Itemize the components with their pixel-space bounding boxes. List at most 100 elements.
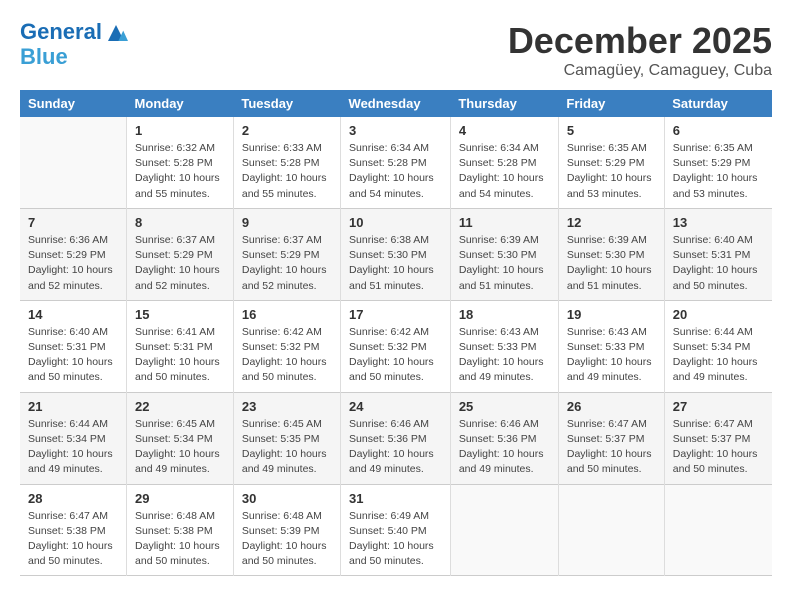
- day-info: Sunrise: 6:42 AM Sunset: 5:32 PM Dayligh…: [242, 325, 332, 386]
- calendar-cell: 19 Sunrise: 6:43 AM Sunset: 5:33 PM Dayli…: [558, 300, 664, 392]
- day-info: Sunrise: 6:38 AM Sunset: 5:30 PM Dayligh…: [349, 233, 442, 294]
- day-info: Sunrise: 6:44 AM Sunset: 5:34 PM Dayligh…: [673, 325, 764, 386]
- calendar-cell: 26 Sunrise: 6:47 AM Sunset: 5:37 PM Dayli…: [558, 392, 664, 484]
- title-block: December 2025 Camagüey, Camaguey, Cuba: [508, 20, 772, 80]
- calendar-cell: 20 Sunrise: 6:44 AM Sunset: 5:34 PM Dayli…: [664, 300, 772, 392]
- weekday-header-cell: Saturday: [664, 90, 772, 117]
- day-number: 12: [567, 215, 656, 230]
- day-number: 7: [28, 215, 118, 230]
- day-number: 14: [28, 307, 118, 322]
- day-info: Sunrise: 6:40 AM Sunset: 5:31 PM Dayligh…: [28, 325, 118, 386]
- calendar-cell: 14 Sunrise: 6:40 AM Sunset: 5:31 PM Dayli…: [20, 300, 127, 392]
- day-info: Sunrise: 6:37 AM Sunset: 5:29 PM Dayligh…: [242, 233, 332, 294]
- page-header: GeneralBlue December 2025 Camagüey, Cama…: [20, 20, 772, 80]
- day-number: 8: [135, 215, 225, 230]
- calendar-cell: 15 Sunrise: 6:41 AM Sunset: 5:31 PM Dayli…: [127, 300, 234, 392]
- day-number: 20: [673, 307, 764, 322]
- day-number: 24: [349, 399, 442, 414]
- calendar-cell: 28Sunrise: 6:47 AM Sunset: 5:38 PM Dayli…: [20, 484, 127, 576]
- location-subtitle: Camagüey, Camaguey, Cuba: [508, 62, 772, 80]
- calendar-cell: 18Sunrise: 6:43 AM Sunset: 5:33 PM Dayli…: [450, 300, 558, 392]
- calendar-cell: 21 Sunrise: 6:44 AM Sunset: 5:34 PM Dayli…: [20, 392, 127, 484]
- calendar-table: SundayMondayTuesdayWednesdayThursdayFrid…: [20, 90, 772, 576]
- calendar-week-row: 7 Sunrise: 6:36 AM Sunset: 5:29 PM Daylig…: [20, 208, 772, 300]
- calendar-cell: 29Sunrise: 6:48 AM Sunset: 5:38 PM Dayli…: [127, 484, 234, 576]
- day-number: 5: [567, 123, 656, 138]
- calendar-cell: 24Sunrise: 6:46 AM Sunset: 5:36 PM Dayli…: [341, 392, 451, 484]
- logo-text: GeneralBlue: [20, 20, 130, 69]
- day-info: Sunrise: 6:34 AM Sunset: 5:28 PM Dayligh…: [349, 141, 442, 202]
- day-info: Sunrise: 6:44 AM Sunset: 5:34 PM Dayligh…: [28, 417, 118, 478]
- day-number: 29: [135, 491, 225, 506]
- day-info: Sunrise: 6:36 AM Sunset: 5:29 PM Dayligh…: [28, 233, 118, 294]
- day-info: Sunrise: 6:47 AM Sunset: 5:37 PM Dayligh…: [567, 417, 656, 478]
- day-number: 18: [459, 307, 550, 322]
- weekday-header-row: SundayMondayTuesdayWednesdayThursdayFrid…: [20, 90, 772, 117]
- calendar-cell: 30 Sunrise: 6:48 AM Sunset: 5:39 PM Dayli…: [233, 484, 340, 576]
- day-number: 21: [28, 399, 118, 414]
- calendar-cell: 1 Sunrise: 6:32 AM Sunset: 5:28 PM Daylig…: [127, 117, 234, 208]
- calendar-cell: 22Sunrise: 6:45 AM Sunset: 5:34 PM Dayli…: [127, 392, 234, 484]
- calendar-cell: 10 Sunrise: 6:38 AM Sunset: 5:30 PM Dayli…: [341, 208, 451, 300]
- calendar-cell: 9 Sunrise: 6:37 AM Sunset: 5:29 PM Daylig…: [233, 208, 340, 300]
- day-number: 31: [349, 491, 442, 506]
- calendar-cell: 6 Sunrise: 6:35 AM Sunset: 5:29 PM Daylig…: [664, 117, 772, 208]
- calendar-cell: 8Sunrise: 6:37 AM Sunset: 5:29 PM Daylig…: [127, 208, 234, 300]
- calendar-body: 1 Sunrise: 6:32 AM Sunset: 5:28 PM Daylig…: [20, 117, 772, 576]
- day-number: 25: [459, 399, 550, 414]
- day-info: Sunrise: 6:35 AM Sunset: 5:29 PM Dayligh…: [673, 141, 764, 202]
- day-info: Sunrise: 6:39 AM Sunset: 5:30 PM Dayligh…: [567, 233, 656, 294]
- day-number: 10: [349, 215, 442, 230]
- day-number: 3: [349, 123, 442, 138]
- calendar-cell: [664, 484, 772, 576]
- day-number: 30: [242, 491, 332, 506]
- day-info: Sunrise: 6:48 AM Sunset: 5:39 PM Dayligh…: [242, 509, 332, 570]
- calendar-cell: 16 Sunrise: 6:42 AM Sunset: 5:32 PM Dayli…: [233, 300, 340, 392]
- month-title: December 2025: [508, 20, 772, 62]
- day-info: Sunrise: 6:33 AM Sunset: 5:28 PM Dayligh…: [242, 141, 332, 202]
- weekday-header-cell: Wednesday: [341, 90, 451, 117]
- day-info: Sunrise: 6:47 AM Sunset: 5:38 PM Dayligh…: [28, 509, 118, 570]
- calendar-cell: 27 Sunrise: 6:47 AM Sunset: 5:37 PM Dayli…: [664, 392, 772, 484]
- weekday-header-cell: Friday: [558, 90, 664, 117]
- day-number: 19: [567, 307, 656, 322]
- day-number: 17: [349, 307, 442, 322]
- day-number: 6: [673, 123, 764, 138]
- day-info: Sunrise: 6:45 AM Sunset: 5:35 PM Dayligh…: [242, 417, 332, 478]
- calendar-cell: [450, 484, 558, 576]
- day-number: 16: [242, 307, 332, 322]
- calendar-cell: 31Sunrise: 6:49 AM Sunset: 5:40 PM Dayli…: [341, 484, 451, 576]
- weekday-header-cell: Thursday: [450, 90, 558, 117]
- day-info: Sunrise: 6:42 AM Sunset: 5:32 PM Dayligh…: [349, 325, 442, 386]
- day-info: Sunrise: 6:45 AM Sunset: 5:34 PM Dayligh…: [135, 417, 225, 478]
- calendar-week-row: 1 Sunrise: 6:32 AM Sunset: 5:28 PM Daylig…: [20, 117, 772, 208]
- calendar-week-row: 14 Sunrise: 6:40 AM Sunset: 5:31 PM Dayli…: [20, 300, 772, 392]
- calendar-cell: 12 Sunrise: 6:39 AM Sunset: 5:30 PM Dayli…: [558, 208, 664, 300]
- calendar-cell: 5 Sunrise: 6:35 AM Sunset: 5:29 PM Daylig…: [558, 117, 664, 208]
- day-info: Sunrise: 6:32 AM Sunset: 5:28 PM Dayligh…: [135, 141, 225, 202]
- day-number: 9: [242, 215, 332, 230]
- day-info: Sunrise: 6:34 AM Sunset: 5:28 PM Dayligh…: [459, 141, 550, 202]
- day-number: 4: [459, 123, 550, 138]
- day-info: Sunrise: 6:40 AM Sunset: 5:31 PM Dayligh…: [673, 233, 764, 294]
- calendar-cell: 4 Sunrise: 6:34 AM Sunset: 5:28 PM Daylig…: [450, 117, 558, 208]
- day-info: Sunrise: 6:43 AM Sunset: 5:33 PM Dayligh…: [567, 325, 656, 386]
- logo: GeneralBlue: [20, 20, 130, 69]
- calendar-cell: [558, 484, 664, 576]
- day-number: 27: [673, 399, 764, 414]
- calendar-week-row: 28Sunrise: 6:47 AM Sunset: 5:38 PM Dayli…: [20, 484, 772, 576]
- day-number: 1: [135, 123, 225, 138]
- calendar-cell: 3 Sunrise: 6:34 AM Sunset: 5:28 PM Daylig…: [341, 117, 451, 208]
- day-number: 11: [459, 215, 550, 230]
- calendar-cell: 17 Sunrise: 6:42 AM Sunset: 5:32 PM Dayli…: [341, 300, 451, 392]
- weekday-header-cell: Monday: [127, 90, 234, 117]
- day-number: 15: [135, 307, 225, 322]
- weekday-header-cell: Tuesday: [233, 90, 340, 117]
- calendar-week-row: 21 Sunrise: 6:44 AM Sunset: 5:34 PM Dayli…: [20, 392, 772, 484]
- calendar-cell: 7 Sunrise: 6:36 AM Sunset: 5:29 PM Daylig…: [20, 208, 127, 300]
- day-number: 2: [242, 123, 332, 138]
- day-info: Sunrise: 6:35 AM Sunset: 5:29 PM Dayligh…: [567, 141, 656, 202]
- day-info: Sunrise: 6:47 AM Sunset: 5:37 PM Dayligh…: [673, 417, 764, 478]
- day-number: 26: [567, 399, 656, 414]
- day-info: Sunrise: 6:41 AM Sunset: 5:31 PM Dayligh…: [135, 325, 225, 386]
